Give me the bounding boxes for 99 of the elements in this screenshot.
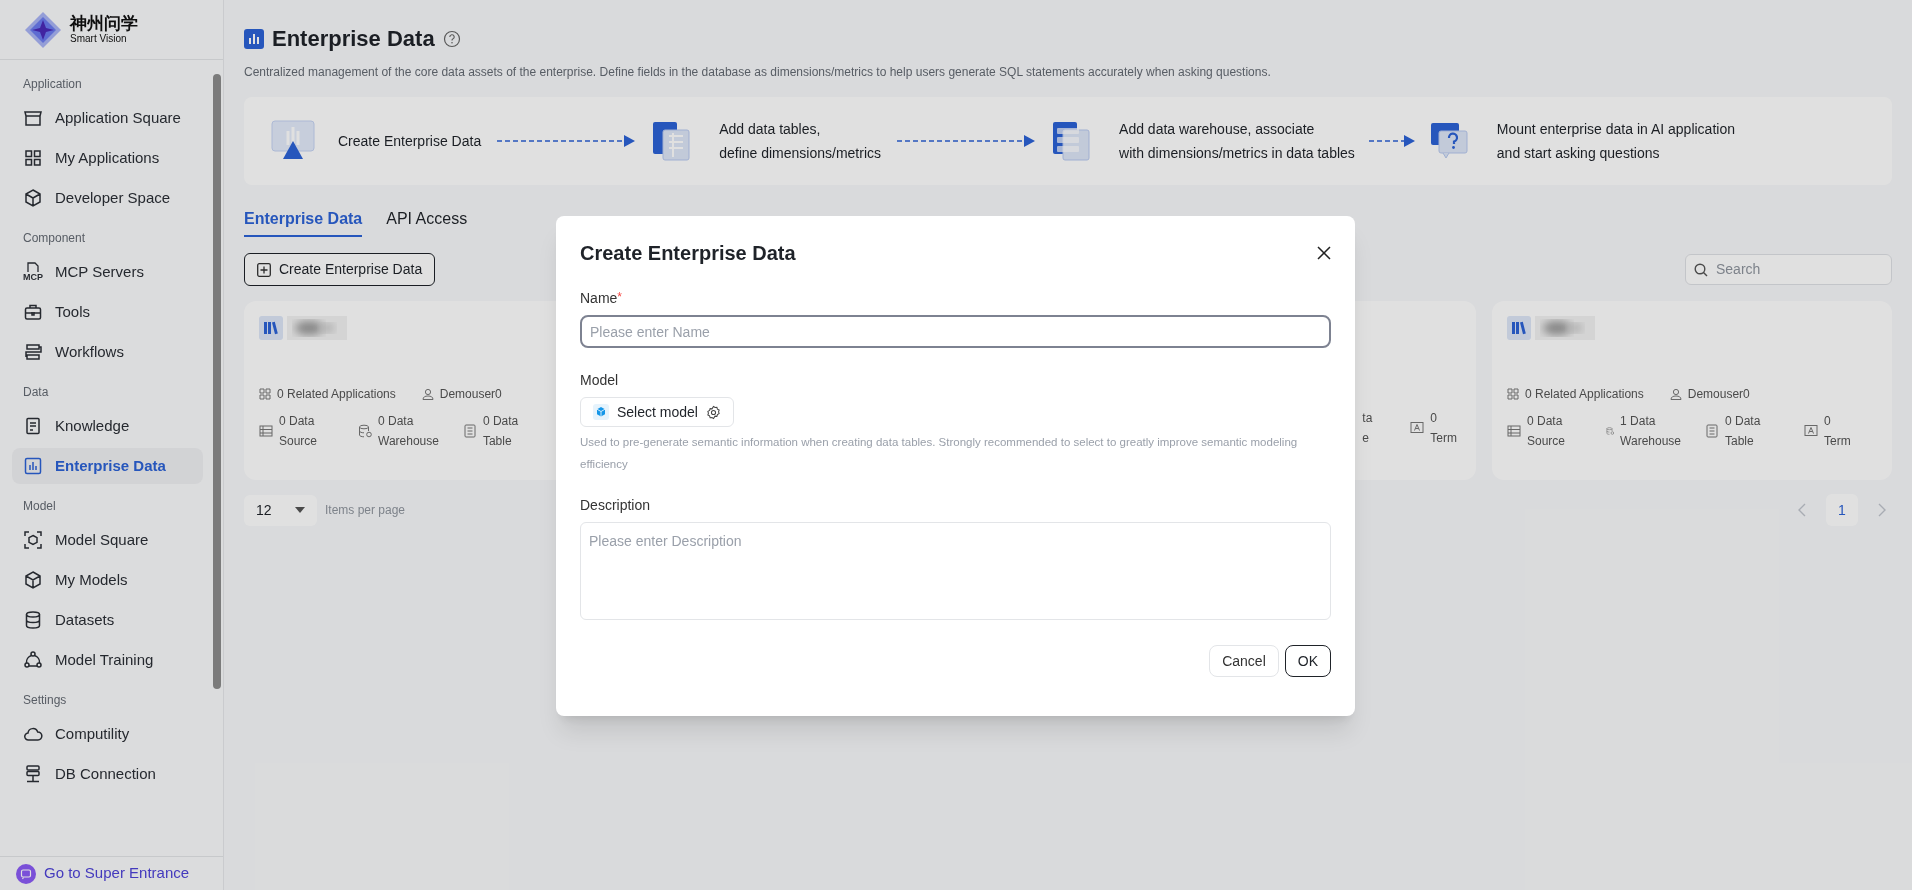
ok-button[interactable]: OK bbox=[1284, 645, 1331, 677]
nav-item[interactable]: Model Square bbox=[12, 522, 203, 558]
logo-icon bbox=[24, 10, 62, 49]
books-icon bbox=[259, 316, 283, 340]
section-title: Model bbox=[22, 498, 57, 515]
workflow-icon bbox=[23, 342, 43, 362]
stat-text: 0 Data Table bbox=[1725, 413, 1761, 450]
owner: Demouser0 bbox=[1669, 385, 1750, 403]
description-label: Description bbox=[580, 496, 652, 515]
stat-text: 0 Term bbox=[1824, 413, 1851, 450]
database-icon bbox=[358, 424, 372, 438]
search-field[interactable]: Search bbox=[1685, 254, 1892, 285]
related-applications: 0 Related Applications bbox=[1507, 385, 1644, 403]
chart-icon bbox=[244, 28, 264, 49]
data-card[interactable]: 0 Related Applications Demouser0 0 Data Source 1 Data Warehouse 0 Data Table 0 Term bbox=[1492, 301, 1892, 480]
section-title: Application bbox=[22, 76, 83, 93]
scrollbar[interactable] bbox=[213, 74, 221, 689]
owner: Demouser0 bbox=[421, 385, 502, 403]
list-icon bbox=[259, 424, 273, 438]
related-applications: 0 Related Applications bbox=[259, 385, 396, 403]
page-description: Centralized management of the core data assets of the enterprise. Define fields in the database as dimensions/metrics to help users generate SQL statements accurately when asking questions. bbox=[244, 64, 1272, 81]
nav-item[interactable]: MCP MCP Servers bbox=[12, 254, 203, 290]
section-title: Component bbox=[22, 230, 87, 247]
user-icon bbox=[1669, 388, 1682, 400]
database-icon bbox=[23, 610, 43, 630]
hexagon-icon bbox=[23, 188, 43, 208]
page-size-value: 12 bbox=[256, 500, 272, 520]
nav-item[interactable]: Datasets bbox=[12, 602, 203, 638]
document-icon bbox=[462, 424, 477, 438]
cancel-button[interactable]: Cancel bbox=[1209, 645, 1279, 677]
step-text: Mount enterprise data in AI application and start asking questions bbox=[1496, 120, 1735, 163]
dashed-arrow bbox=[1368, 134, 1415, 148]
grid-icon bbox=[1507, 388, 1519, 400]
step-text: Create Enterprise Data bbox=[338, 132, 482, 151]
tab[interactable]: API Access bbox=[386, 207, 468, 237]
caret-icon bbox=[295, 507, 305, 513]
nav-item[interactable]: Application Square bbox=[12, 100, 203, 136]
stat-text: 0 Data Source bbox=[1527, 413, 1566, 450]
cube-icon bbox=[593, 404, 609, 420]
super-entrance-link[interactable]: Go to Super Entrance bbox=[16, 862, 190, 885]
settings-icon bbox=[705, 404, 721, 420]
nav-item[interactable]: My Models bbox=[12, 562, 203, 598]
nav-item[interactable]: Developer Space bbox=[12, 180, 203, 216]
logo-subtitle: Smart Vision bbox=[70, 34, 128, 44]
step-text: Add data tables, define dimensions/metrics bbox=[719, 120, 882, 163]
page-size-select[interactable]: 12 bbox=[244, 494, 317, 526]
grid-icon bbox=[23, 148, 43, 168]
server-icon bbox=[23, 764, 43, 784]
page-title: Enterprise Data bbox=[272, 25, 435, 53]
help-icon[interactable] bbox=[442, 29, 461, 48]
scan-cube-icon bbox=[23, 530, 43, 550]
chat-icon bbox=[16, 863, 36, 884]
nav-item[interactable]: Computility bbox=[12, 716, 203, 752]
previous-icon[interactable] bbox=[1798, 503, 1806, 517]
page-button[interactable]: 1 bbox=[1826, 494, 1858, 526]
model-label: Model bbox=[580, 371, 620, 390]
term-icon bbox=[1804, 424, 1818, 438]
select-model-button[interactable]: Select model bbox=[580, 397, 734, 427]
store-icon bbox=[23, 108, 43, 128]
nodes-icon bbox=[23, 650, 43, 670]
stat-text: ta e bbox=[1362, 410, 1373, 447]
next-icon[interactable] bbox=[1878, 503, 1886, 517]
toolbox-icon bbox=[23, 302, 43, 322]
grid-icon bbox=[259, 388, 271, 400]
user-icon bbox=[421, 388, 434, 400]
logo-title: 神州问学 bbox=[70, 15, 138, 32]
stat-text: 1 Data Warehouse bbox=[1620, 413, 1681, 450]
search-icon bbox=[1694, 262, 1708, 277]
dialog-title: Create Enterprise Data bbox=[580, 241, 796, 266]
section-title: Data bbox=[22, 384, 50, 401]
nav-item[interactable]: Workflows bbox=[12, 334, 203, 370]
section-title: Settings bbox=[22, 692, 68, 709]
books-icon bbox=[1507, 316, 1531, 340]
nav-item[interactable]: DB Connection bbox=[12, 756, 203, 792]
name-input[interactable]: Please enter Name bbox=[580, 315, 1331, 348]
plus-square-icon bbox=[257, 262, 271, 277]
stat-text: 0 Data Source bbox=[279, 413, 318, 450]
page-size-label: Items per page bbox=[325, 502, 406, 519]
cube-icon bbox=[23, 570, 43, 590]
nav-item[interactable]: Tools bbox=[12, 294, 203, 330]
stat-text: 0 Data Table bbox=[482, 413, 519, 450]
stat-text: 0 Term bbox=[1430, 410, 1457, 447]
step-text: Add data warehouse, associate with dimensions/metrics in data tables bbox=[1119, 120, 1355, 163]
document-icon bbox=[23, 416, 43, 436]
chart-icon bbox=[23, 456, 43, 476]
tab[interactable]: Enterprise Data bbox=[244, 207, 363, 237]
list-icon bbox=[1507, 424, 1521, 438]
nav-item[interactable]: My Applications bbox=[12, 140, 203, 176]
close-icon[interactable] bbox=[1317, 246, 1331, 260]
nav-item[interactable]: Model Training bbox=[12, 642, 203, 678]
stat-text: 0 Data Warehouse bbox=[378, 413, 439, 450]
nav-item[interactable]: Knowledge bbox=[12, 408, 203, 444]
search-input[interactable]: Search bbox=[1716, 259, 1883, 280]
nav-item[interactable]: Enterprise Data bbox=[12, 448, 203, 484]
term-icon bbox=[1410, 421, 1425, 435]
document-icon bbox=[1705, 424, 1719, 438]
database-icon bbox=[1606, 424, 1615, 438]
description-input[interactable]: Please enter Description bbox=[580, 522, 1331, 620]
create-button[interactable]: Create Enterprise Data bbox=[244, 253, 436, 286]
